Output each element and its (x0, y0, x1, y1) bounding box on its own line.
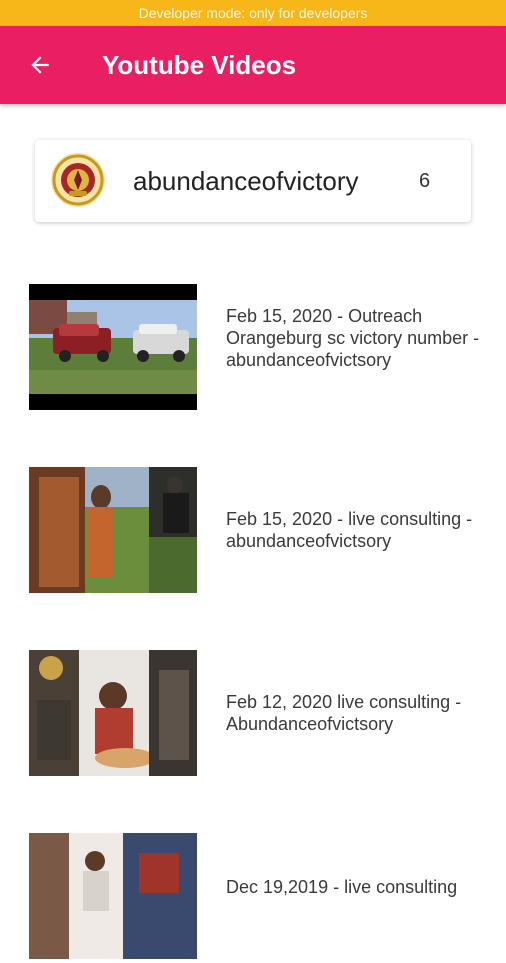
channel-name: abundanceofvictory (133, 166, 359, 196)
video-thumbnail (29, 284, 197, 410)
developer-mode-banner: Developer mode: only for developers (0, 0, 506, 26)
back-button[interactable] (16, 41, 64, 89)
video-list-item[interactable]: Feb 12, 2020 live consulting - Abundance… (0, 650, 506, 780)
video-thumbnail (29, 650, 197, 776)
video-thumbnail (29, 467, 197, 593)
arrow-back-icon (31, 56, 49, 74)
video-list-item[interactable]: Feb 15, 2020 - live consulting - abundan… (0, 467, 506, 597)
channel-card[interactable]: abundanceofvictory 6 (35, 140, 471, 222)
app-bar: Youtube Videos (0, 26, 506, 104)
video-title: Feb 15, 2020 - live consulting - abundan… (226, 509, 473, 551)
video-title: Feb 15, 2020 - Outreach Orangeburg sc vi… (226, 306, 480, 370)
video-list-item[interactable]: Feb 15, 2020 - Outreach Orangeburg sc vi… (0, 284, 506, 414)
channel-avatar (51, 153, 105, 207)
video-title: Feb 12, 2020 live consulting - Abundance… (226, 692, 462, 734)
video-thumbnail (29, 833, 197, 959)
video-list-item[interactable]: Dec 19,2019 - live consulting (0, 833, 506, 963)
video-title: Dec 19,2019 - live consulting (226, 877, 458, 897)
page-title: Youtube Videos (102, 50, 297, 80)
video-count: 6 (419, 170, 431, 192)
